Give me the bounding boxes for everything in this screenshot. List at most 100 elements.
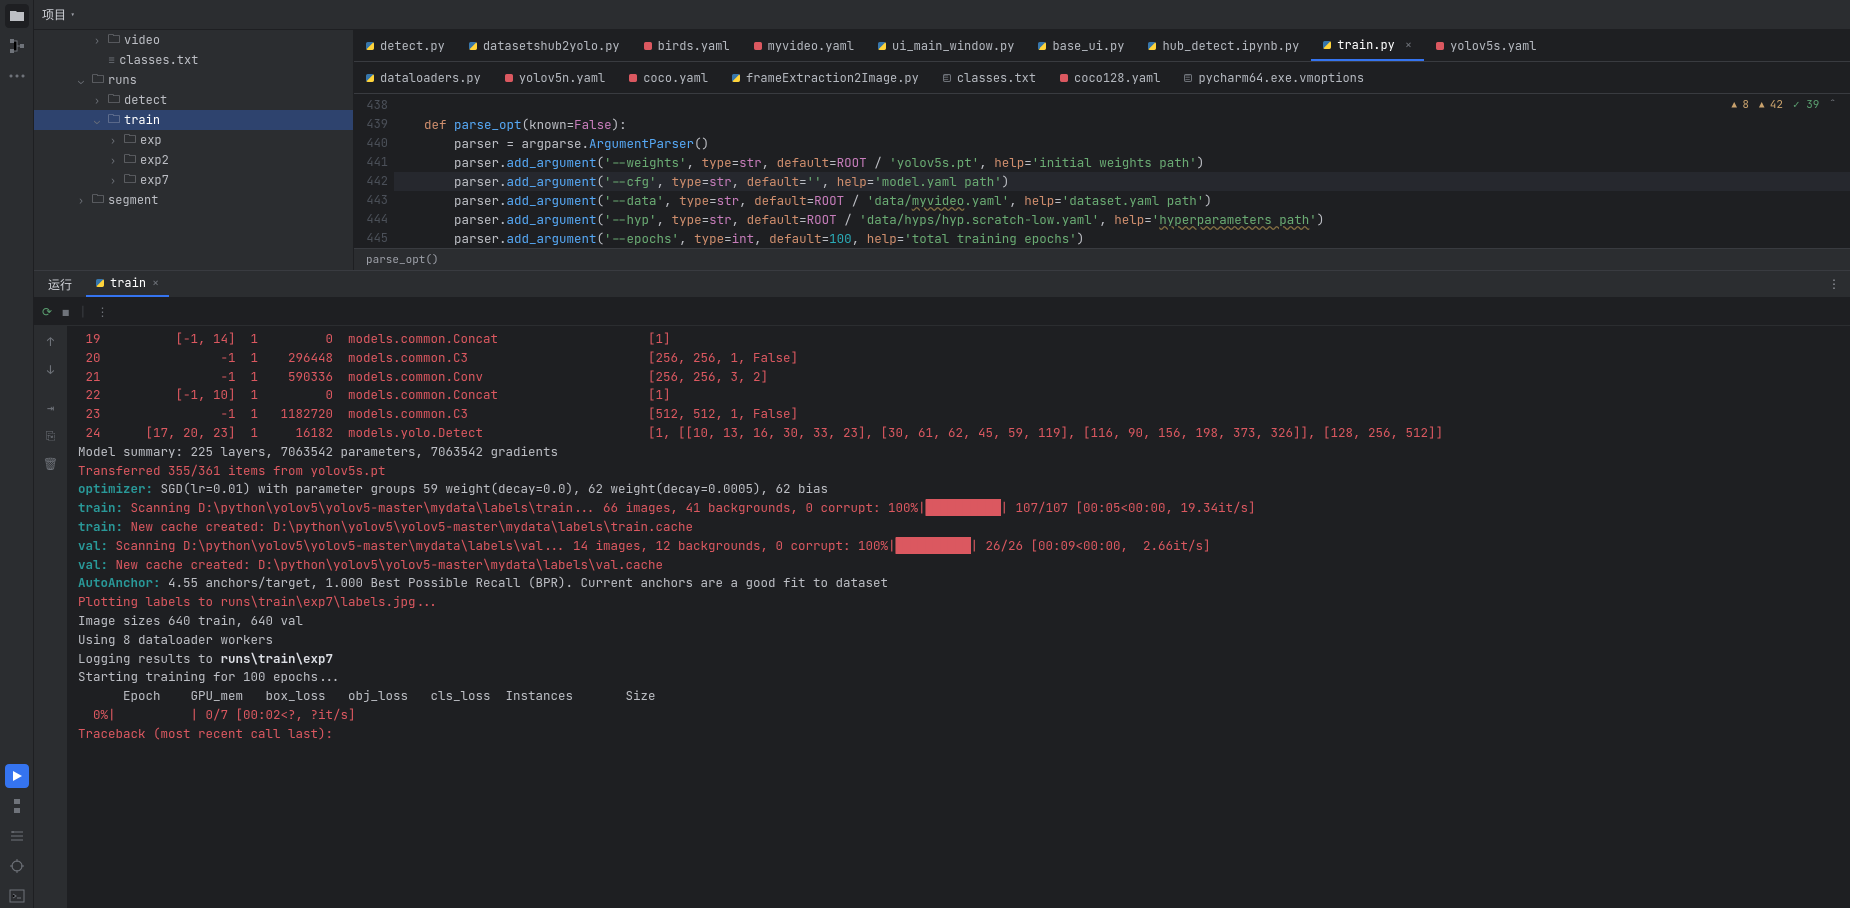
tab-detect[interactable]: detect.py xyxy=(354,30,457,61)
project-label: 项目 xyxy=(42,6,66,23)
tab-label: myvideo.yaml xyxy=(768,38,854,54)
tree-label: classes.txt xyxy=(119,52,198,68)
tab-label: yolov5n.yaml xyxy=(519,70,605,86)
tree-folder-detect[interactable]: › 🗀 detect xyxy=(34,90,353,110)
python-icon xyxy=(1038,42,1046,50)
tree-folder-exp7[interactable]: › 🗀 exp7 xyxy=(34,170,353,190)
clear-icon[interactable]: 🗑 xyxy=(39,452,63,476)
tab-datasetshub[interactable]: datasetshub2yolo.py xyxy=(457,30,632,61)
python-console-icon[interactable] xyxy=(5,794,29,818)
close-icon[interactable]: × xyxy=(1405,37,1412,53)
python-icon xyxy=(1323,41,1331,49)
more-icon[interactable]: ⋮ xyxy=(1828,276,1850,292)
tab-baseui[interactable]: base_ui.py xyxy=(1026,30,1136,61)
tab-dataloaders[interactable]: dataloaders.py xyxy=(354,62,493,93)
debug-tool-icon[interactable] xyxy=(5,854,29,878)
text-icon xyxy=(1184,74,1192,82)
close-icon[interactable]: × xyxy=(152,275,159,291)
up-stack-icon[interactable]: ↑ xyxy=(39,330,63,354)
folder-icon: 🗀 xyxy=(108,90,120,111)
run-window-title: 运行 xyxy=(40,276,80,293)
tab-label: coco128.yaml xyxy=(1074,70,1160,86)
more-actions-icon[interactable]: ⋮ xyxy=(97,304,109,320)
tab-vmopt[interactable]: pycharm64.exe.vmoptions xyxy=(1172,62,1376,93)
code-editor[interactable]: 8 42 39 ˆ 438439440441442443444445 def p… xyxy=(354,94,1850,248)
editor-tabs-row1[interactable]: detect.py datasetshub2yolo.pybirds.yaml my… xyxy=(354,30,1850,62)
inspection-widget[interactable]: 8 42 39 ˆ xyxy=(1732,98,1836,112)
folder-icon: 🗀 xyxy=(92,190,104,211)
tree-folder-exp[interactable]: › 🗀 exp xyxy=(34,130,353,150)
tab-label: yolov5s.yaml xyxy=(1450,38,1536,54)
tab-uimain[interactable]: ui_main_window.py xyxy=(866,30,1026,61)
chevron-right-icon: › xyxy=(74,194,88,207)
chevron-right-icon: › xyxy=(90,34,104,47)
scroll-end-icon[interactable]: ⎘ xyxy=(39,424,63,448)
services-icon[interactable] xyxy=(5,824,29,848)
tab-classes[interactable]: classes.txt xyxy=(931,62,1048,93)
project-dropdown[interactable]: 项目 ▾ xyxy=(42,6,75,23)
tree-folder-runs[interactable]: ⌄ 🗀 runs xyxy=(34,70,353,90)
yaml-icon xyxy=(644,42,652,50)
tree-folder-video[interactable]: › 🗀 video xyxy=(34,30,353,50)
console-output[interactable]: 19 [-1, 14] 1 0 models.common.Concat [1]… xyxy=(68,326,1850,908)
project-tool-icon[interactable] xyxy=(5,4,29,28)
chevron-right-icon: › xyxy=(106,154,120,167)
tree-label: exp2 xyxy=(140,152,169,168)
soft-wrap-icon[interactable]: ⇥ xyxy=(39,396,63,420)
tab-label: dataloaders.py xyxy=(380,70,481,86)
tab-trainpy[interactable]: train.py× xyxy=(1311,30,1424,61)
folder-icon: 🗀 xyxy=(124,130,136,151)
editor-tabs-row2[interactable]: dataloaders.py yolov5n.yaml coco.yaml frame… xyxy=(354,62,1850,94)
weak-warning-count: 42 xyxy=(1759,98,1783,112)
tab-myvideo[interactable]: myvideo.yaml xyxy=(742,30,866,61)
terminal-tool-icon[interactable] xyxy=(5,884,29,908)
tab-coco[interactable]: coco.yaml xyxy=(617,62,720,93)
chevron-right-icon: › xyxy=(106,134,120,147)
tab-birds[interactable]: birds.yaml xyxy=(632,30,742,61)
chevron-down-icon: ⌄ xyxy=(74,74,88,87)
folder-icon: 🗀 xyxy=(124,170,136,191)
python-icon xyxy=(96,279,104,287)
python-icon xyxy=(366,74,374,82)
folder-icon: 🗀 xyxy=(124,150,136,171)
warning-count: 8 xyxy=(1732,98,1749,112)
breadcrumb-text: parse_opt() xyxy=(366,253,439,267)
stop-button[interactable]: ◼ xyxy=(62,304,69,320)
tab-label: classes.txt xyxy=(957,70,1036,86)
tree-file-classes[interactable]: ≡ classes.txt xyxy=(34,50,353,70)
tree-label: exp xyxy=(140,132,162,148)
tree-folder-exp2[interactable]: › 🗀 exp2 xyxy=(34,150,353,170)
more-tool-icon[interactable] xyxy=(5,64,29,88)
run-tab-label: train xyxy=(110,275,146,291)
python-icon xyxy=(1148,42,1156,50)
tab-coco128[interactable]: coco128.yaml xyxy=(1048,62,1172,93)
tab-frameext[interactable]: frameExtraction2Image.py xyxy=(720,62,931,93)
down-stack-icon[interactable]: ↓ xyxy=(39,358,63,382)
line-gutter: 438439440441442443444445 xyxy=(354,94,394,248)
tree-label: runs xyxy=(108,72,137,88)
chevron-right-icon: › xyxy=(106,174,120,187)
breadcrumb[interactable]: parse_opt() xyxy=(354,248,1850,270)
tab-yolov5n[interactable]: yolov5n.yaml xyxy=(493,62,617,93)
tab-yolov5s[interactable]: yolov5s.yaml xyxy=(1424,30,1548,61)
tab-hubdet[interactable]: hub_detect.ipynb.py xyxy=(1136,30,1311,61)
tree-label: video xyxy=(124,32,160,48)
chevron-right-icon: › xyxy=(90,94,104,107)
folder-icon: 🗀 xyxy=(92,70,104,91)
tree-folder-segment[interactable]: › 🗀 segment xyxy=(34,190,353,210)
yaml-icon xyxy=(505,74,513,82)
python-icon xyxy=(469,42,477,50)
tab-label: hub_detect.ipynb.py xyxy=(1162,38,1299,54)
python-icon xyxy=(366,42,374,50)
code-content[interactable]: def parse_opt(known=False): parser = arg… xyxy=(394,94,1850,248)
structure-tool-icon[interactable] xyxy=(5,34,29,58)
file-icon: ≡ xyxy=(108,52,115,68)
project-tree[interactable]: › 🗀 video ≡ classes.txt ⌄ 🗀 runs › 🗀 det… xyxy=(34,30,354,270)
tab-label: frameExtraction2Image.py xyxy=(746,70,919,86)
rerun-button[interactable]: ⟳ xyxy=(42,304,52,320)
tab-label: detect.py xyxy=(380,38,445,54)
tree-label: segment xyxy=(108,192,158,208)
tree-folder-train[interactable]: ⌄ 🗀 train xyxy=(34,110,353,130)
run-icon[interactable] xyxy=(5,764,29,788)
run-tab-train[interactable]: train × xyxy=(86,271,169,297)
